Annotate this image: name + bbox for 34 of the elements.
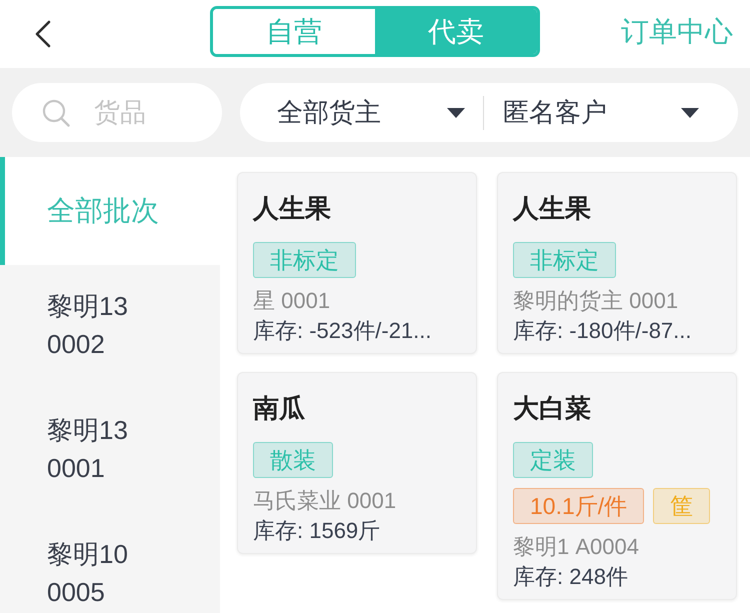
- owner-label: 星 0001: [253, 287, 332, 315]
- product-name: 人生果: [513, 192, 592, 225]
- stock-label: 库存: 1569斤: [253, 517, 382, 545]
- product-card[interactable]: 南瓜 散装 马氏菜业 0001 库存: 1569斤: [237, 372, 477, 554]
- tag: 筐: [653, 488, 710, 524]
- tag: 10.1斤/件: [513, 488, 644, 524]
- search-field[interactable]: 货品: [12, 83, 222, 142]
- stock-label: 库存: -180件/-87...: [513, 317, 693, 345]
- filter-dropdown[interactable]: 匿名客户: [484, 83, 738, 142]
- owner-label: 黎明的货主 0001: [513, 287, 680, 315]
- owner-label: 马氏菜业 0001: [253, 487, 398, 515]
- product-card[interactable]: 人生果 非标定 星 0001 库存: -523件/-21...: [237, 172, 477, 354]
- tag: 散装: [253, 442, 333, 478]
- tag: 定装: [513, 442, 593, 478]
- chevron-left-icon: [34, 20, 52, 48]
- product-name: 人生果: [253, 192, 332, 225]
- stock-label: 库存: 248件: [513, 563, 629, 591]
- tag: 非标定: [513, 242, 616, 278]
- tag: 非标定: [253, 242, 356, 278]
- product-name: 大白菜: [513, 392, 592, 425]
- owner-label: 黎明1 A0004: [513, 533, 640, 561]
- search-input[interactable]: 货品: [94, 93, 194, 132]
- sidebar-item[interactable]: 黎明130001: [0, 389, 220, 513]
- product-card[interactable]: 大白菜 定装 10.1斤/件 筐 黎明1 A0004 库存: 248件: [497, 372, 737, 600]
- stock-label: 库存: -523件/-21...: [253, 317, 433, 345]
- back-button[interactable]: [34, 20, 52, 48]
- filter-dropdown[interactable]: 全部货主: [240, 83, 483, 142]
- caret-down-icon: [447, 108, 465, 118]
- search-icon: [42, 98, 70, 126]
- sidebar-item[interactable]: 黎明130002: [0, 265, 220, 389]
- product-card[interactable]: 人生果 非标定 黎明的货主 0001 库存: -180件/-87...: [497, 172, 737, 354]
- product-name: 南瓜: [253, 392, 306, 425]
- caret-down-icon: [681, 108, 699, 118]
- sidebar-item[interactable]: 黎明100005: [0, 513, 220, 611]
